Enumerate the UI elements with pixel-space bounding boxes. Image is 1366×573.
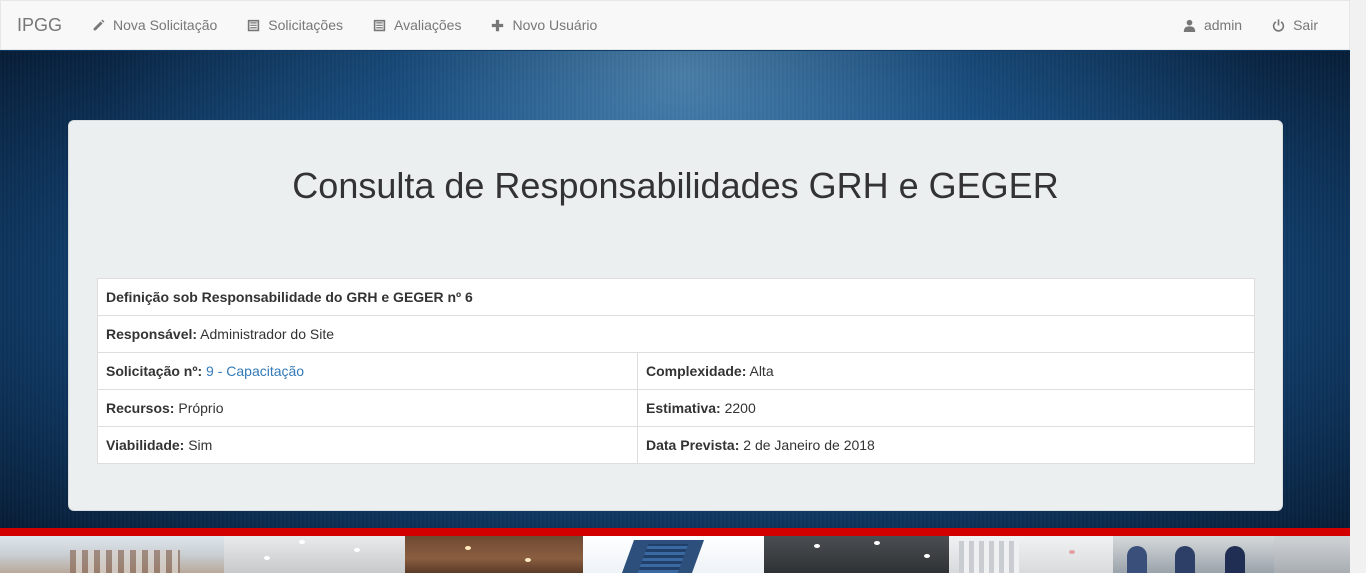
table-row: Responsável: Administrador do Site [97,315,1255,353]
responsavel-cell: Responsável: Administrador do Site [97,315,1255,353]
page-scrollbar[interactable] [1350,0,1366,573]
nav-menu: Nova Solicitação Solicitações Avaliações… [77,0,612,50]
solicitacao-link[interactable]: 9 - Capacitação [206,363,304,379]
footer-photo-strip [0,536,1350,573]
viabilidade-cell: Viabilidade: Sim [97,426,638,464]
estimativa-cell: Estimativa: 2200 [637,389,1255,427]
complexidade-cell: Complexidade: Alta [637,352,1255,390]
recursos-cell: Recursos: Próprio [97,389,638,427]
nav-item-label: Nova Solicitação [113,17,218,33]
detail-table: Definição sob Responsabilidade do GRH e … [97,278,1255,464]
viabilidade-label: Viabilidade: [106,437,185,453]
footer-red-bar [0,528,1350,536]
nav-item-nova-solicitacao[interactable]: Nova Solicitação [77,0,232,50]
nav-item-solicitacoes[interactable]: Solicitações [232,0,358,50]
table-row: Recursos: Próprio Estimativa: 2200 [97,389,1255,427]
nav-user-menu: admin Sair [1168,0,1349,50]
complexidade-label: Complexidade: [646,363,747,379]
nav-item-label: Avaliações [394,17,462,33]
page-title: Consulta de Responsabilidades GRH e GEGE… [292,165,1059,206]
data-prevista-label: Data Prevista: [646,437,740,453]
footer-photo [583,536,764,573]
footer-photo [764,536,949,573]
plus-icon [492,19,504,31]
list-icon [373,19,386,31]
nav-item-label: admin [1203,17,1243,33]
data-prevista-cell: Data Prevista: 2 de Janeiro de 2018 [637,426,1255,464]
responsavel-label: Responsável: [106,326,198,342]
pencil-icon [93,19,105,30]
detail-header: Definição sob Responsabilidade do GRH e … [106,289,473,305]
nav-item-novo-usuario[interactable]: Novo Usuário [476,0,612,50]
footer-photo [224,536,405,573]
footer-photo [1274,536,1350,573]
complexidade-value: Alta [749,363,774,379]
top-navbar: IPGG Nova Solicitação Solicitações Avali… [0,0,1350,50]
nav-item-label: Sair [1293,17,1318,33]
nav-item-label: Solicitações [268,17,343,33]
footer-photo [0,536,224,573]
estimativa-label: Estimativa: [646,400,721,416]
footer-photo [405,536,583,573]
nav-item-label: Novo Usuário [512,17,598,33]
detail-header-cell: Definição sob Responsabilidade do GRH e … [97,278,1255,316]
estimativa-value: 2200 [724,400,756,416]
nav-item-sair[interactable]: Sair [1257,0,1333,50]
footer-photo [949,536,1113,573]
responsavel-value: Administrador do Site [200,326,335,342]
nav-item-admin[interactable]: admin [1168,0,1257,50]
footer-photo [1113,536,1274,573]
table-row: Definição sob Responsabilidade do GRH e … [97,278,1255,316]
brand-link[interactable]: IPGG [1,0,77,50]
data-prevista-value: 2 de Janeiro de 2018 [743,437,875,453]
nav-item-avaliacoes[interactable]: Avaliações [358,0,476,50]
table-row: Viabilidade: Sim Data Prevista: 2 de Jan… [97,426,1255,464]
recursos-value: Próprio [178,400,224,416]
solicitacao-label: Solicitação nº: [106,363,203,379]
list-icon [248,19,260,31]
recursos-label: Recursos: [106,400,175,416]
solicitacao-cell: Solicitação nº: 9 - Capacitação [97,352,638,390]
table-row: Solicitação nº: 9 - Capacitação Complexi… [97,352,1255,390]
content-panel: Consulta de Responsabilidades GRH e GEGE… [68,120,1283,511]
viabilidade-value: Sim [188,437,213,453]
user-icon [1183,19,1196,32]
power-icon [1272,18,1285,32]
